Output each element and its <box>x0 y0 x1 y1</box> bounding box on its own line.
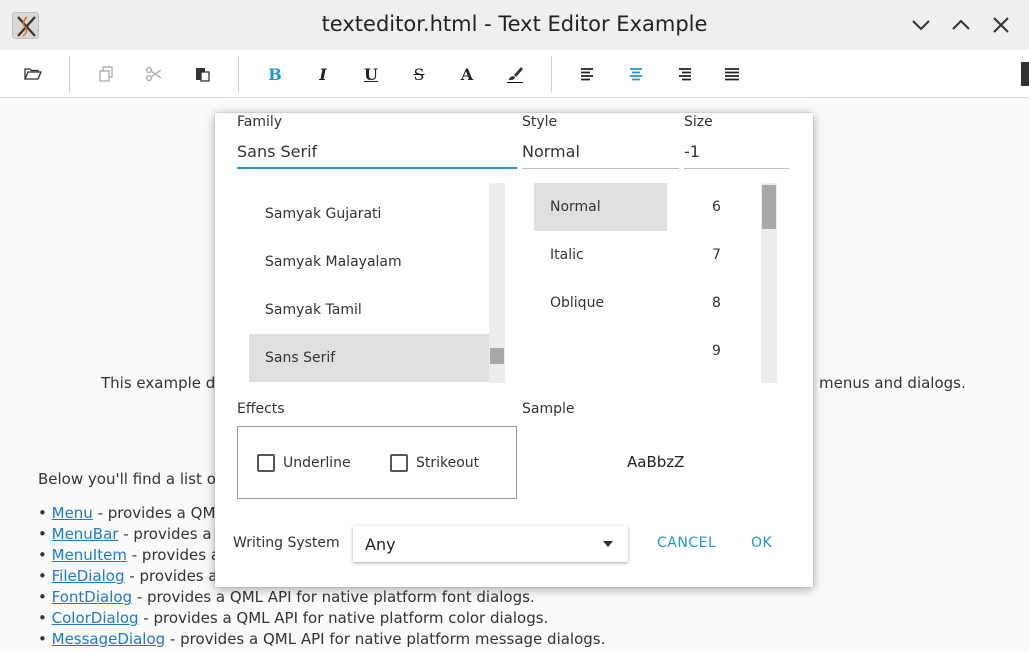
toolbar-separator <box>238 56 239 92</box>
list-intro: Below you'll find a list of <box>38 470 222 488</box>
list-item-text: - provides a QML <box>92 504 224 522</box>
dropdown-arrow-icon <box>603 541 613 547</box>
size-label: Size <box>684 114 713 130</box>
window-title: texteditor.html - Text Editor Example <box>321 12 708 36</box>
family-label: Family <box>237 114 283 130</box>
align-center-icon <box>630 68 642 81</box>
strikeout-button[interactable]: S <box>407 62 431 86</box>
window-edge <box>1021 62 1029 86</box>
toolbar-separator <box>551 56 552 92</box>
family-list[interactable]: Samyak Gujarati Samyak Malayalam Samyak … <box>249 183 505 383</box>
scissors-icon <box>145 66 162 82</box>
size-scrollbar-thumb[interactable] <box>762 185 776 229</box>
cancel-button[interactable]: CANCEL <box>657 535 716 551</box>
intro-text-right: menus and dialogs. <box>819 374 966 392</box>
size-field[interactable]: -1 <box>684 135 789 169</box>
align-right-icon <box>679 68 691 81</box>
fontdialog-link[interactable]: FontDialog <box>52 588 132 606</box>
minimize-button[interactable] <box>909 13 933 37</box>
ok-button[interactable]: OK <box>751 535 772 551</box>
family-item[interactable]: Samyak Gujarati <box>249 190 505 238</box>
align-right-button[interactable] <box>672 62 696 86</box>
colordialog-link[interactable]: ColorDialog <box>52 609 139 627</box>
paintbrush-icon <box>507 67 523 83</box>
filedialog-link[interactable]: FileDialog <box>52 567 125 585</box>
checkbox-box[interactable] <box>257 454 275 472</box>
effects-label: Effects <box>237 401 285 417</box>
list-item-text: - provides a QML API for native platform… <box>132 588 535 606</box>
writing-system-combobox[interactable]: Any <box>353 526 628 562</box>
family-scrollbar[interactable] <box>489 183 505 383</box>
align-left-icon <box>581 68 593 81</box>
list-item: • ColorDialog - provides a QML API for n… <box>38 609 549 627</box>
list-item: • MessageDialog - provides a QML API for… <box>38 630 606 648</box>
family-item-selected[interactable]: Sans Serif <box>249 334 505 382</box>
cut-button[interactable] <box>142 62 166 86</box>
toolbar: B I U S A <box>0 50 1029 98</box>
align-left-button[interactable] <box>576 62 600 86</box>
italic-button[interactable]: I <box>311 62 335 86</box>
style-item-selected[interactable]: Normal <box>534 183 667 231</box>
intro-text-left: This example de <box>101 374 225 392</box>
family-item[interactable]: Samyak Malayalam <box>249 238 505 286</box>
menuitem-link[interactable]: MenuItem <box>52 546 127 564</box>
underline-checkbox[interactable]: Underline <box>257 454 351 472</box>
background-color-button[interactable] <box>503 62 527 86</box>
size-scrollbar[interactable] <box>761 183 777 383</box>
strikeout-checkbox[interactable]: Strikeout <box>390 454 479 472</box>
toolbar-separator <box>69 56 70 92</box>
sample-label: Sample <box>522 401 575 417</box>
style-item[interactable]: Italic <box>534 231 667 279</box>
writing-system-value: Any <box>365 535 396 554</box>
effects-group: Underline Strikeout <box>237 426 517 499</box>
paste-icon <box>196 68 210 82</box>
underline-label: Underline <box>283 455 351 471</box>
writing-system-label: Writing System <box>233 535 340 551</box>
strikeout-label: Strikeout <box>416 455 480 471</box>
open-file-button[interactable] <box>21 62 45 86</box>
style-list[interactable]: Normal Italic Oblique <box>534 183 667 383</box>
font-dialog: Family Sans Serif Style Normal Size -1 S… <box>215 113 813 587</box>
style-label: Style <box>522 114 558 130</box>
menubar-link[interactable]: MenuBar <box>52 525 119 543</box>
title-bar: texteditor.html - Text Editor Example <box>0 0 1029 50</box>
menu-link[interactable]: Menu <box>52 504 93 522</box>
align-center-button[interactable] <box>624 62 648 86</box>
list-item-text: - provides a QML API for native platform… <box>138 609 549 627</box>
list-item-text: - provides a Q <box>118 525 229 543</box>
copy-button[interactable] <box>94 62 118 86</box>
family-field[interactable]: Sans Serif <box>237 135 517 169</box>
paste-button[interactable] <box>190 62 214 86</box>
copy-icon <box>99 66 113 82</box>
messagedialog-link[interactable]: MessageDialog <box>52 630 166 648</box>
style-field[interactable]: Normal <box>522 135 679 169</box>
align-justify-button[interactable] <box>720 62 744 86</box>
family-scrollbar-thumb[interactable] <box>490 348 504 364</box>
style-item[interactable]: Oblique <box>534 279 667 327</box>
family-item[interactable]: Samyak Tamil <box>249 286 505 334</box>
underline-button[interactable]: U <box>359 62 383 86</box>
size-list[interactable]: 6 7 8 9 <box>696 183 756 383</box>
checkbox-box[interactable] <box>390 454 408 472</box>
size-item[interactable]: 7 <box>696 231 756 279</box>
list-item-text: - provides a QML API for native platform… <box>165 630 606 648</box>
size-item[interactable]: 6 <box>696 183 756 231</box>
list-item: • FontDialog - provides a QML API for na… <box>38 588 535 606</box>
sample-preview: AaBbzZ <box>627 453 685 471</box>
text-color-button[interactable]: A <box>455 62 479 86</box>
folder-open-icon <box>24 68 42 80</box>
align-justify-icon <box>725 68 739 81</box>
maximize-button[interactable] <box>949 13 973 37</box>
bold-button[interactable]: B <box>263 62 287 86</box>
close-button[interactable] <box>989 13 1013 37</box>
size-item[interactable]: 8 <box>696 279 756 327</box>
size-item[interactable]: 9 <box>696 327 756 375</box>
